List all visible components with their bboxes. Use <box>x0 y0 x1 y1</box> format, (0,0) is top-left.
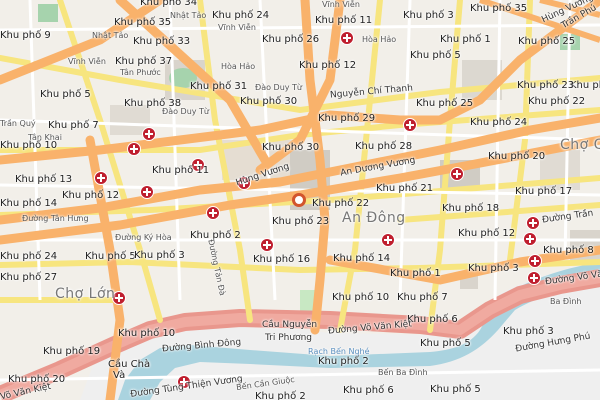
area-label: Khu phố 6 <box>343 385 394 396</box>
street-label: Vĩnh Viễn <box>322 0 360 9</box>
area-label: Khu phố 14 <box>0 198 58 209</box>
area-label: Khu phố 5 <box>40 89 91 100</box>
area-label: Khu phố 33 <box>133 36 191 47</box>
street-label: Cầu Nguyễn <box>262 320 318 330</box>
hospital-cross-icon[interactable] <box>140 185 154 199</box>
area-label: Khu phố 21 <box>376 183 434 194</box>
hospital-cross-icon[interactable] <box>94 171 108 185</box>
area-label: Khu phố 26 <box>262 34 320 45</box>
street-label: Đường Ký Hòa <box>115 233 172 242</box>
area-label: Khu phố 25 <box>416 98 474 109</box>
area-label: Khu phố 3 <box>134 250 185 261</box>
area-label: Khu phố 13 <box>15 174 73 185</box>
area-label: Khu phố 2 <box>570 80 600 91</box>
area-label: Khu phố 31 <box>190 81 248 92</box>
area-label: Khu phố 11 <box>315 15 373 26</box>
area-label: Khu phố 5 <box>85 251 136 262</box>
area-label: Khu phố 22 <box>528 96 586 107</box>
area-label: Khu phố 9 <box>0 30 51 41</box>
area-label: Khu phố 23 <box>517 80 575 91</box>
district-label: An Đông <box>342 210 406 226</box>
area-label: Khu phố 28 <box>355 141 413 152</box>
area-label: Khu phố 30 <box>240 96 298 107</box>
area-label: Khu phố 30 <box>262 142 320 153</box>
area-label: Khu phố 6 <box>407 314 458 325</box>
district-label: Chợ Lớn <box>55 286 116 302</box>
area-label: Khu phố 5 <box>410 50 461 61</box>
street-label: Tân Phước <box>120 68 161 77</box>
area-label: Khu phố 24 <box>212 10 270 21</box>
area-label: Khu phố 23 <box>272 216 330 227</box>
area-label: Khu phố 12 <box>299 60 357 71</box>
street-label: Nhật Tảo <box>92 31 129 40</box>
street-label: Trần Quý <box>0 119 36 128</box>
area-label: Và <box>113 370 126 381</box>
area-label: Khu phố 22 <box>312 198 370 209</box>
street-label: Vĩnh Viễn <box>218 23 256 32</box>
area-label: Khu phố 18 <box>442 203 500 214</box>
area-label: Khu phố 1 <box>390 268 441 279</box>
area-label: Khu phố 14 <box>333 253 391 264</box>
area-label: Khu phố 27 <box>0 272 58 283</box>
hospital-cross-icon[interactable] <box>403 118 417 132</box>
hospital-cross-icon[interactable] <box>526 216 540 230</box>
area-label: Khu phố 10 <box>118 328 176 339</box>
area-label: Khu phố 16 <box>253 254 311 265</box>
area-label: Khu phố 25 <box>518 36 576 47</box>
area-label: Khu phố 1 <box>440 34 491 45</box>
street-label: Bến Ba Đình <box>378 368 428 377</box>
area-label: Khu phố 34 <box>140 0 198 8</box>
map-view[interactable]: Khu phố 34 Khu phố 35 Khu phố 24 Nhật Tả… <box>0 0 600 400</box>
hospital-cross-icon[interactable] <box>528 254 542 268</box>
area-label: Khu phố 24 <box>470 117 528 128</box>
area-label: Khu phố 17 <box>515 186 573 197</box>
street-label: Đào Duy Từ <box>255 83 303 92</box>
area-label: Khu phố 10 <box>332 292 390 303</box>
street-label: Hòa Hảo <box>362 35 397 44</box>
area-label: Khu phố 20 <box>8 374 66 385</box>
area-label: Khu phố 3 <box>503 326 554 337</box>
area-label: Khu phố 29 <box>318 113 376 124</box>
area-label: Khu phố 2 <box>255 391 306 400</box>
area-label: Khu phố 37 <box>115 56 173 67</box>
area-label: Khu phố 11 <box>152 165 210 176</box>
area-label: Khu phố 3 <box>468 263 519 274</box>
hospital-cross-icon[interactable] <box>206 206 220 220</box>
area-label: Khu phố 19 <box>43 346 101 357</box>
area-label: Khu phố 5 <box>430 384 481 395</box>
hospital-cross-icon[interactable] <box>142 127 156 141</box>
hospital-cross-icon[interactable] <box>127 142 141 156</box>
hospital-cross-icon[interactable] <box>523 232 537 246</box>
area-label: Khu phố 38 <box>124 98 182 109</box>
street-label: Ba Đình <box>550 297 582 306</box>
area-label: Khu phố 7 <box>48 120 99 131</box>
area-label: Khu phố 20 <box>488 151 546 162</box>
area-label: Khu phố 8 <box>543 245 594 256</box>
area-label: Khu phố 10 <box>0 140 58 151</box>
hospital-cross-icon[interactable] <box>260 238 274 252</box>
hospital-cross-icon[interactable] <box>340 31 354 45</box>
area-label: Khu phố 35 <box>114 17 172 28</box>
hospital-cross-icon[interactable] <box>527 271 541 285</box>
area-label: Khu phố 35 <box>470 3 528 14</box>
location-marker[interactable] <box>292 193 306 207</box>
street-label: Hòa Hảo <box>221 62 256 71</box>
street-label: Nhật Tảo <box>170 11 207 20</box>
area-label: Khu phố 2 <box>318 356 369 367</box>
hospital-cross-icon[interactable] <box>450 167 464 181</box>
area-label: Cầu Chà <box>108 359 151 370</box>
district-label: Chợ Qu <box>560 137 600 153</box>
area-label: Khu phố 12 <box>62 190 120 201</box>
street-label: Tri Phương <box>265 333 312 343</box>
hospital-cross-icon[interactable] <box>381 233 395 247</box>
area-label: Khu phố 5 <box>420 338 471 349</box>
area-label: Khu phố 7 <box>397 292 448 303</box>
area-label: Khu phố 12 <box>458 228 516 239</box>
area-label: Khu phố 24 <box>0 251 58 262</box>
area-label: Khu phố 3 <box>403 10 454 21</box>
street-label: Đường Tân Hưng <box>22 214 89 223</box>
street-label: Vĩnh Viễn <box>68 57 106 66</box>
